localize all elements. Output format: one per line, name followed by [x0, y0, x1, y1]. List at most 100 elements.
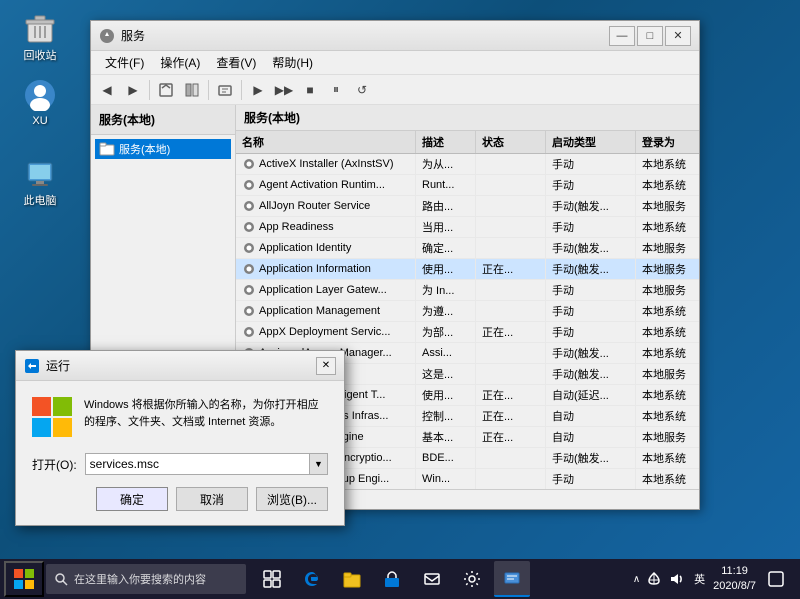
tree-item-local[interactable]: 服务(本地) [95, 139, 231, 159]
table-row[interactable]: Application Management 为遵...手动本地系统 [236, 301, 699, 322]
table-row[interactable]: Application Layer Gatew... 为 In...手动本地服务 [236, 280, 699, 301]
network-icon [646, 571, 662, 587]
taskbar-icon-settings[interactable] [454, 561, 490, 597]
up-button[interactable] [154, 78, 178, 102]
service-desc-cell: Runt... [416, 175, 476, 195]
menu-view[interactable]: 查看(V) [208, 52, 264, 73]
service-desc-cell: 使用... [416, 259, 476, 279]
start-button[interactable] [4, 561, 44, 597]
service-desc-cell: 控制... [416, 406, 476, 426]
service-status-cell [476, 448, 546, 468]
run-ok-button[interactable]: 确定 [96, 487, 168, 511]
restart-button[interactable]: ↺ [350, 78, 374, 102]
maximize-button[interactable]: □ [637, 26, 663, 46]
col-status[interactable]: 状态 [476, 131, 546, 153]
taskbar-icon-edge[interactable] [294, 561, 330, 597]
tree-item-label: 服务(本地) [119, 141, 170, 157]
table-row[interactable]: Application Information 使用...正在...手动(触发.… [236, 259, 699, 280]
service-login-cell: 本地系统 [636, 217, 699, 237]
run-cancel-button[interactable]: 取消 [176, 487, 248, 511]
close-button[interactable]: ✕ [665, 26, 691, 46]
service-desc-cell: 为遵... [416, 301, 476, 321]
menu-file[interactable]: 文件(F) [97, 52, 152, 73]
table-row[interactable]: Agent Activation Runtim... Runt...手动本地系统 [236, 175, 699, 196]
taskbar-icon-mail[interactable] [414, 561, 450, 597]
service-startup-cell: 手动(触发... [546, 196, 636, 216]
service-gear-icon [242, 325, 256, 339]
menu-action[interactable]: 操作(A) [152, 52, 208, 73]
run-input-wrap: ▼ [85, 453, 328, 475]
props-button[interactable] [213, 78, 237, 102]
stop-button[interactable]: ■ [298, 78, 322, 102]
run-browse-button[interactable]: 浏览(B)... [256, 487, 328, 511]
service-login-cell: 本地系统 [636, 343, 699, 363]
service-status-cell [476, 364, 546, 384]
table-header: 名称 描述 状态 启动类型 登录为 [236, 131, 699, 154]
service-login-cell: 本地服务 [636, 280, 699, 300]
desktop-icon-recycle-bin[interactable]: 回收站 [10, 10, 70, 67]
service-name-cell: AppX Deployment Servic... [236, 322, 416, 342]
taskbar-icon-services[interactable] [494, 561, 530, 597]
col-name[interactable]: 名称 [236, 131, 416, 153]
play2-button[interactable]: ▶▶ [272, 78, 296, 102]
service-startup-cell: 手动 [546, 469, 636, 489]
col-startup[interactable]: 启动类型 [546, 131, 636, 153]
service-login-cell: 本地系统 [636, 448, 699, 468]
col-desc[interactable]: 描述 [416, 131, 476, 153]
forward-button[interactable]: ▶ [121, 78, 145, 102]
table-row[interactable]: Application Identity 确定...手动(触发...本地服务 [236, 238, 699, 259]
service-startup-cell: 手动(触发... [546, 448, 636, 468]
run-dropdown-button[interactable]: ▼ [310, 453, 328, 475]
taskbar-search[interactable]: 在这里输入你要搜索的内容 [46, 564, 246, 594]
tray-expand[interactable]: ∧ [633, 574, 640, 585]
pause-button[interactable]: ⏸ [324, 78, 348, 102]
service-startup-cell: 手动 [546, 301, 636, 321]
taskbar-icon-explorer[interactable] [334, 561, 370, 597]
user-label: XU [32, 115, 47, 128]
taskbar-clock[interactable]: 11:19 2020/8/7 [709, 564, 760, 595]
service-gear-icon [242, 283, 256, 297]
service-gear-icon [242, 157, 256, 171]
service-desc-cell: 使用... [416, 385, 476, 405]
service-name-cell: App Readiness [236, 217, 416, 237]
show-hide-button[interactable] [180, 78, 204, 102]
service-startup-cell: 手动(触发... [546, 364, 636, 384]
service-desc-cell: Win... [416, 469, 476, 489]
run-buttons: 确定 取消 浏览(B)... [16, 487, 344, 525]
service-desc-cell: 确定... [416, 238, 476, 258]
play-button[interactable]: ▶ [246, 78, 270, 102]
table-row[interactable]: ActiveX Installer (AxInstSV) 为从...手动本地系统 [236, 154, 699, 175]
service-startup-cell: 手动 [546, 175, 636, 195]
run-dialog-body: Windows 将根据你所输入的名称，为你打开相应的程序、文件夹、文档或 Int… [16, 381, 344, 453]
menu-help[interactable]: 帮助(H) [264, 52, 321, 73]
notification-icon[interactable] [764, 567, 788, 591]
col-login[interactable]: 登录为 [636, 131, 699, 153]
taskbar-icon-multidesktop[interactable] [254, 561, 290, 597]
service-status-cell: 正在... [476, 427, 546, 447]
run-open-label: 打开(O): [32, 456, 77, 473]
table-row[interactable]: App Readiness 当用...手动本地系统 [236, 217, 699, 238]
minimize-button[interactable]: — [609, 26, 635, 46]
service-name-cell: AllJoyn Router Service [236, 196, 416, 216]
run-input[interactable] [85, 453, 310, 475]
table-row[interactable]: AppX Deployment Servic... 为部...正在...手动本地… [236, 322, 699, 343]
taskbar-icon-store[interactable] [374, 561, 410, 597]
service-desc-cell: 为部... [416, 322, 476, 342]
service-status-cell [476, 301, 546, 321]
desktop-icon-user[interactable]: XU [10, 75, 70, 132]
service-desc-cell: 这是... [416, 364, 476, 384]
service-status-cell [476, 280, 546, 300]
table-row[interactable]: AllJoyn Router Service 路由...手动(触发...本地服务 [236, 196, 699, 217]
service-startup-cell: 手动 [546, 322, 636, 342]
toolbar: ◀ ▶ ▶ ▶▶ ■ ⏸ ↺ [91, 75, 699, 105]
service-status-cell: 正在... [476, 406, 546, 426]
service-startup-cell: 手动(触发... [546, 259, 636, 279]
service-name-cell: Application Management [236, 301, 416, 321]
recycle-bin-label: 回收站 [24, 50, 57, 63]
taskbar-lang[interactable]: 英 [694, 571, 705, 587]
service-login-cell: 本地服务 [636, 427, 699, 447]
run-close-button[interactable]: ✕ [316, 357, 336, 375]
back-button[interactable]: ◀ [95, 78, 119, 102]
service-desc-cell: 基本... [416, 427, 476, 447]
desktop-icon-this-pc[interactable]: 此电脑 [10, 155, 70, 212]
